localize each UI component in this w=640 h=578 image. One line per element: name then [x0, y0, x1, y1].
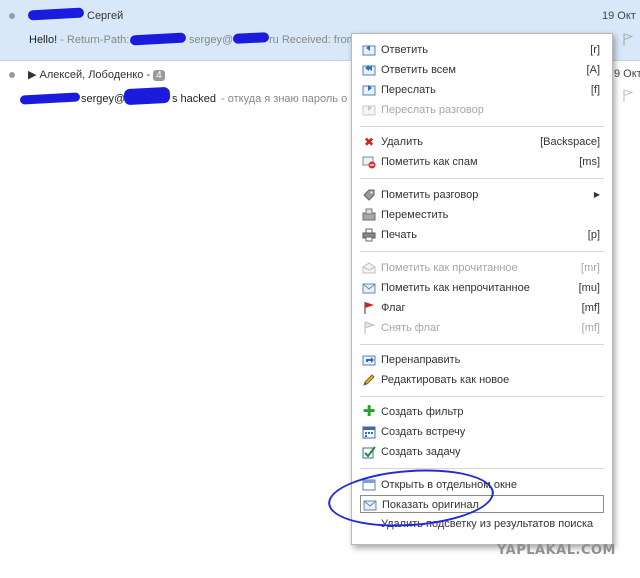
menu-item-edit-as-new[interactable]: Редактировать как новое	[360, 371, 604, 389]
tag-icon	[362, 188, 376, 202]
menu-item-shortcut: [ms]	[579, 156, 600, 168]
snippet-part: ru Received: from	[269, 34, 356, 46]
menu-item-shortcut: [mu]	[578, 282, 600, 294]
menu-item-shortcut: [f]	[590, 84, 600, 96]
menu-item-label: Создать фильтр	[381, 406, 464, 418]
red-flag-icon	[362, 301, 376, 315]
menu-item-tag-conversation[interactable]: Пометить разговор ▶	[360, 186, 604, 204]
menu-item-shortcut: [r]	[590, 44, 600, 56]
menu-item-move[interactable]: Переместить	[360, 206, 604, 224]
menu-item-label: Печать	[381, 229, 418, 241]
menu-item-label: Флаг	[381, 302, 406, 314]
forward-conversation-icon	[362, 103, 376, 117]
context-menu: Ответить [r] Ответить всем [A] Переслать…	[351, 33, 613, 545]
menu-item-label: Перенаправить	[381, 354, 461, 366]
menu-item-shortcut: [Backspace]	[540, 136, 600, 148]
menu-item-redirect[interactable]: Перенаправить	[360, 351, 604, 369]
menu-separator	[360, 251, 604, 252]
menu-item-label: Удалить	[381, 136, 423, 148]
menu-separator	[360, 178, 604, 179]
menu-item-forward[interactable]: Переслать [f]	[360, 81, 604, 99]
message-sender: Сергей	[87, 10, 124, 22]
menu-item-unflag[interactable]: Снять флаг [mf]	[360, 319, 604, 337]
message-subject: s hacked	[172, 93, 217, 105]
snippet-part: - Return-Path:	[57, 34, 130, 46]
menu-item-delete[interactable]: ✖ Удалить [Backspace]	[360, 133, 604, 151]
menu-item-label: Пометить как непрочитанное	[381, 282, 530, 294]
menu-item-create-filter[interactable]: ✚ Создать фильтр	[360, 403, 604, 421]
menu-separator	[360, 468, 604, 469]
unread-dot-icon[interactable]	[9, 72, 15, 78]
delete-x-icon: ✖	[363, 135, 375, 149]
menu-item-reply-all[interactable]: Ответить всем [A]	[360, 61, 604, 79]
menu-item-create-appointment[interactable]: Создать встречу	[360, 423, 604, 441]
spam-icon	[362, 155, 376, 169]
open-envelope-icon	[362, 261, 376, 275]
message-thread[interactable]: ▶ Алексей, Лободенко -4	[28, 68, 165, 81]
menu-item-shortcut: [p]	[587, 229, 600, 241]
menu-item-label: Пометить разговор	[381, 189, 479, 201]
menu-item-label: Ответить всем	[381, 64, 456, 76]
message-snippet: - откуда я знаю пароль о	[221, 93, 348, 105]
expand-arrow-icon[interactable]: ▶	[28, 69, 36, 81]
snippet-part: sergey@	[189, 34, 234, 46]
forward-icon	[362, 83, 376, 97]
menu-item-label: Переместить	[381, 209, 449, 221]
flag-outline-icon[interactable]	[622, 89, 634, 103]
menu-item-label: Ответить	[381, 44, 429, 56]
menu-item-label: Переслать разговор	[381, 104, 484, 116]
menu-item-label: Создать встречу	[381, 426, 466, 438]
menu-item-flag[interactable]: Флаг [mf]	[360, 299, 604, 317]
message-date: 9 Окт	[614, 68, 640, 80]
menu-item-shortcut: [mr]	[581, 262, 600, 274]
menu-item-shortcut: [mf]	[581, 302, 600, 314]
redaction-scribble	[129, 32, 187, 46]
menu-item-print[interactable]: Печать [p]	[360, 226, 604, 244]
message-subject: Hello!	[29, 34, 58, 46]
menu-item-forward-conversation[interactable]: Переслать разговор	[360, 101, 604, 119]
redaction-scribble	[27, 7, 85, 21]
printer-icon	[362, 228, 376, 242]
menu-item-label: Переслать	[381, 84, 436, 96]
message-date: 19 Окт	[602, 10, 636, 22]
watermark: YAPLAKAL.COM	[497, 543, 616, 558]
message-subject: sergey@	[81, 93, 126, 105]
redaction-scribble	[19, 92, 81, 105]
unflag-icon	[362, 321, 376, 335]
thread-count-badge: 4	[153, 70, 165, 81]
redaction-scribble	[123, 86, 171, 106]
menu-item-label: Создать задачу	[381, 446, 461, 458]
message-snippet: Hello! - Return-Path:	[29, 34, 129, 46]
menu-item-mark-spam[interactable]: Пометить как спам [ms]	[360, 153, 604, 171]
menu-item-create-task[interactable]: Создать задачу	[360, 443, 604, 461]
reply-all-icon	[362, 63, 376, 77]
envelope-icon	[362, 281, 376, 295]
menu-separator	[360, 396, 604, 397]
move-folder-icon	[362, 208, 376, 222]
menu-item-label: Пометить как спам	[381, 156, 478, 168]
menu-item-label: Снять флаг	[381, 322, 441, 334]
flag-outline-icon[interactable]	[622, 33, 634, 47]
menu-item-shortcut: [mf]	[581, 322, 600, 334]
calendar-icon	[362, 425, 376, 439]
pencil-icon	[362, 373, 376, 387]
menu-item-reply[interactable]: Ответить [r]	[360, 41, 604, 59]
menu-item-label: Редактировать как новое	[381, 374, 510, 386]
menu-separator	[360, 344, 604, 345]
reply-icon	[362, 43, 376, 57]
menu-item-label: Пометить как прочитанное	[381, 262, 518, 274]
unread-dot-icon[interactable]	[9, 13, 15, 19]
task-checkbox-icon	[362, 445, 376, 459]
menu-separator	[360, 126, 604, 127]
menu-item-shortcut: [A]	[586, 64, 600, 76]
plus-icon: ✚	[362, 403, 376, 420]
redaction-scribble	[232, 32, 270, 44]
menu-item-mark-read[interactable]: Пометить как прочитанное [mr]	[360, 259, 604, 277]
redirect-icon	[362, 353, 376, 367]
message-sender: Алексей, Лободенко -	[39, 69, 151, 81]
submenu-arrow-icon: ▶	[593, 190, 600, 199]
menu-item-mark-unread[interactable]: Пометить как непрочитанное [mu]	[360, 279, 604, 297]
